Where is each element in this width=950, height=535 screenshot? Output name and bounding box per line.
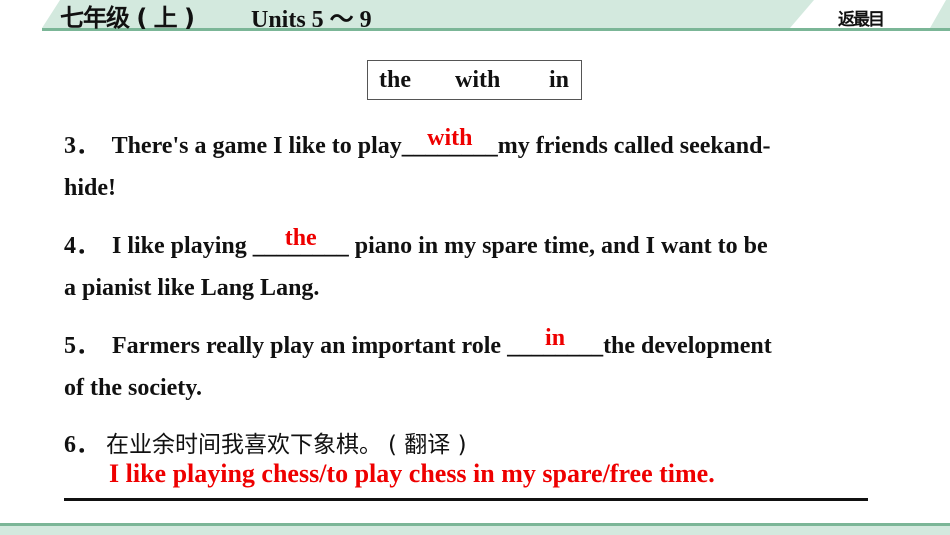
question-3-line2: hide! bbox=[64, 175, 117, 201]
word-bank-item: with bbox=[455, 67, 501, 93]
footer-band bbox=[0, 526, 950, 535]
answer-text: in bbox=[545, 325, 566, 351]
word-bank-box: the with in bbox=[367, 60, 582, 100]
translation-prompt: 在业余时间我喜欢下象棋。 bbox=[106, 432, 382, 458]
header-band: 七年级 ( 上 ) Units 5 ～ 9 返最目 bbox=[0, 0, 950, 33]
question-number: 4． bbox=[64, 233, 100, 259]
answer-underline bbox=[64, 498, 868, 501]
answer-blank: ________ with bbox=[401, 125, 498, 159]
question-4-line2: a pianist like Lang Lang. bbox=[64, 275, 320, 301]
question-text: Farmers really play an important role bbox=[112, 333, 508, 359]
answer-blank: ________ in bbox=[507, 325, 604, 359]
question-5-line2: of the society. bbox=[64, 375, 202, 401]
question-5-line1: 5． Farmers really play an important role… bbox=[64, 325, 772, 360]
question-type-tag: ( 翻译 ) bbox=[388, 432, 467, 458]
question-4-line1: 4． I like playing ________ the piano in m… bbox=[64, 225, 768, 260]
units-title: Units 5 ～ 9 bbox=[251, 7, 372, 33]
grade-title: 七年级 ( 上 ) bbox=[60, 4, 195, 32]
translation-answer: I like playing chess/to play chess in my… bbox=[109, 459, 715, 488]
question-number: 6． bbox=[64, 432, 100, 458]
answer-blank: ________ the bbox=[252, 225, 349, 259]
back-to-contents-link[interactable]: 返最目 bbox=[838, 5, 885, 30]
word-bank-item: in bbox=[549, 67, 570, 93]
word-bank-item: the bbox=[379, 67, 411, 93]
question-number: 3． bbox=[64, 133, 100, 159]
answer-text: the bbox=[284, 225, 317, 251]
question-text: my friends called seekand- bbox=[497, 133, 771, 159]
question-text: There's a game I like to play bbox=[111, 133, 402, 159]
question-text: piano in my spare time, and I want to be bbox=[348, 233, 768, 259]
answer-text: with bbox=[427, 125, 473, 151]
question-number: 5． bbox=[64, 333, 100, 359]
question-6-line1: 6． 在业余时间我喜欢下象棋。 ( 翻译 ) bbox=[64, 424, 467, 459]
question-text: I like playing bbox=[112, 233, 253, 259]
question-text: the development bbox=[603, 333, 772, 359]
question-3-line1: 3． There's a game I like to play________… bbox=[64, 125, 770, 160]
